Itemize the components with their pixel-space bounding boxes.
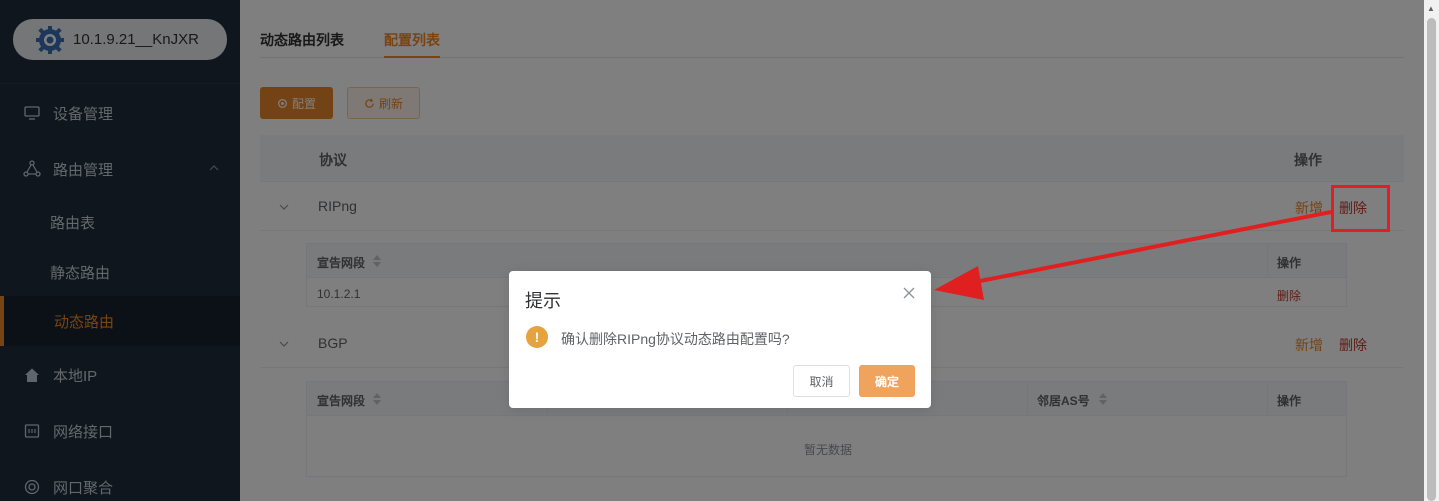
scrollbar-thumb[interactable] xyxy=(1427,18,1436,501)
confirm-button[interactable]: 确定 xyxy=(859,365,915,397)
modal-overlay[interactable] xyxy=(0,0,1424,501)
cancel-button[interactable]: 取消 xyxy=(793,365,850,397)
confirm-dialog: 提示 ! 确认删除RIPng协议动态路由配置吗? 取消 确定 xyxy=(509,271,931,408)
dialog-message: 确认删除RIPng协议动态路由配置吗? xyxy=(561,331,790,347)
scroll-up-icon[interactable]: ▲ xyxy=(1427,4,1435,13)
vertical-scrollbar[interactable]: ▲ xyxy=(1424,0,1439,501)
warning-icon: ! xyxy=(526,326,548,348)
annotation-highlight-box xyxy=(1331,185,1390,232)
close-icon[interactable] xyxy=(903,287,915,299)
dialog-title: 提示 xyxy=(525,291,561,311)
